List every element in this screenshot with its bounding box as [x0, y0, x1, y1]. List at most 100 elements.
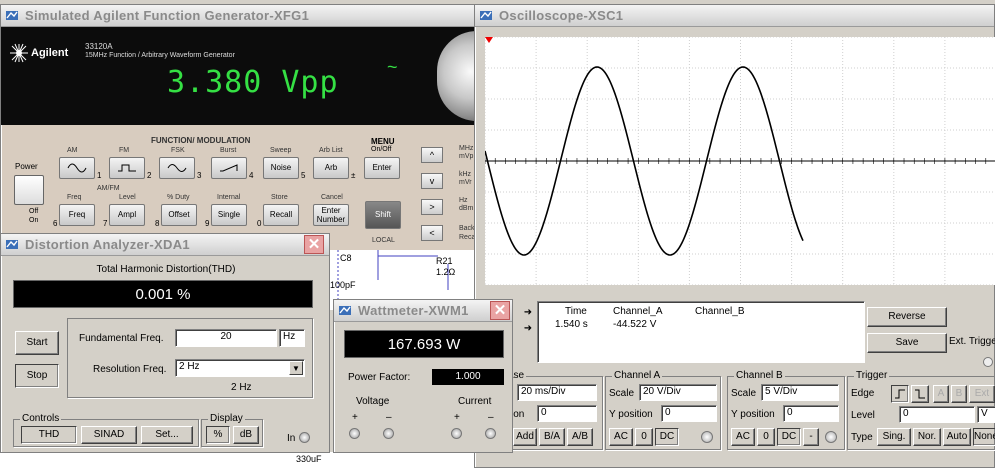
timebase-scale-field[interactable]: 20 ms/Div [517, 384, 597, 401]
voltage-minus-terminal[interactable] [383, 428, 394, 439]
channel-b-ypos-field[interactable]: 0 [783, 405, 839, 422]
wattmeter-window: Wattmeter-XWM1 ✕ 167.693 W Power Factor:… [333, 299, 513, 453]
trigger-type-label: Type [851, 432, 873, 443]
close-button[interactable]: ✕ [490, 301, 510, 320]
channel-a-ac-button[interactable]: AC [609, 428, 633, 446]
trigger-auto-button[interactable]: Auto [943, 428, 971, 446]
trigger-single-button[interactable]: Sing. [877, 428, 911, 446]
add-button[interactable]: Add [513, 428, 537, 446]
single-button[interactable]: Single [211, 204, 247, 226]
close-icon: ✕ [493, 302, 507, 319]
stop-button[interactable]: Stop [15, 364, 59, 388]
ramp-wave-icon [220, 164, 238, 172]
channel-a-ypos-field[interactable]: 0 [661, 405, 717, 422]
b-over-a-button[interactable]: B/A [539, 428, 565, 446]
shift-button[interactable]: Shift [365, 201, 401, 229]
key-3: 3 [197, 171, 202, 180]
noise-button[interactable]: Noise [263, 157, 299, 179]
ampl-button[interactable]: Ampl [109, 204, 145, 226]
brand-name: Agilent [31, 47, 69, 59]
close-button[interactable]: ✕ [304, 235, 324, 254]
power-button[interactable] [14, 175, 44, 205]
enter-button[interactable]: Enter [364, 157, 400, 179]
channel-b-ac-button[interactable]: AC [731, 428, 755, 446]
current-plus-label: + [454, 412, 460, 423]
resolution-freq-select[interactable]: 2 Hz ▼ [175, 359, 305, 377]
thd-button[interactable]: THD [21, 426, 77, 444]
ramp-button[interactable] [211, 157, 247, 179]
close-icon: ✕ [307, 236, 321, 253]
channel-b-minus-button[interactable]: - [803, 428, 819, 446]
oscilloscope-screen [485, 37, 995, 285]
percent-button[interactable]: % [206, 426, 230, 444]
channel-b-ypos-label: Y position [731, 409, 775, 420]
channel-b-dc-button[interactable]: DC [777, 428, 801, 446]
sine-button[interactable] [59, 157, 95, 179]
channel-b-zero-button[interactable]: 0 [757, 428, 775, 446]
channel-a-dc-button[interactable]: DC [655, 428, 679, 446]
fundamental-freq-input[interactable]: 20 [175, 329, 277, 347]
start-button[interactable]: Start [15, 331, 59, 355]
power-on-label: On [29, 217, 39, 224]
down-arrow-button[interactable]: v [421, 173, 443, 189]
enter-number-button[interactable]: Enter Number [313, 204, 349, 226]
window-icon [6, 240, 18, 249]
trigger-normal-button[interactable]: Nor. [913, 428, 941, 446]
ext-trigger-terminal[interactable] [983, 357, 993, 367]
key-5: 5 [301, 171, 306, 180]
trigger-ext-button[interactable]: Ext [969, 385, 995, 403]
cursor-arrow-right[interactable]: ➜ [521, 323, 535, 335]
sweep-label: Sweep [270, 147, 292, 154]
trigger-level-unit[interactable]: V [977, 406, 995, 423]
channel-a-terminal[interactable] [701, 431, 713, 443]
right-arrow-button[interactable]: > [421, 199, 443, 215]
function-generator-titlebar[interactable]: Simulated Agilent Function Generator-XFG… [1, 5, 479, 27]
thd-title: Total Harmonic Distortion(THD) [96, 264, 236, 275]
am-label: AM [67, 147, 78, 154]
current-minus-terminal[interactable] [485, 428, 496, 439]
db-button[interactable]: dB [233, 426, 259, 444]
current-plus-terminal[interactable] [451, 428, 462, 439]
channel-b-terminal[interactable] [825, 431, 837, 443]
left-arrow-button[interactable]: < [421, 225, 443, 241]
freq-button[interactable]: Freq [59, 204, 95, 226]
a-over-b-button[interactable]: A/B [567, 428, 593, 446]
save-button[interactable]: Save [867, 333, 947, 353]
timebase-position-field[interactable]: 0 [537, 405, 597, 422]
readout-header-channel-b: Channel_B [695, 306, 745, 317]
unit-khz: kHz [459, 171, 472, 178]
oscilloscope-titlebar[interactable]: Oscilloscope-XSC1 [475, 5, 994, 27]
up-arrow-button[interactable]: ^ [421, 147, 443, 163]
recall-button[interactable]: Recall [263, 204, 299, 226]
fundamental-freq-unit[interactable]: Hz [279, 329, 305, 347]
channel-a-zero-button[interactable]: 0 [635, 428, 653, 446]
falling-edge-button[interactable] [911, 385, 929, 403]
trigger-b-button[interactable]: B [951, 385, 967, 403]
power-display: 167.693 W [344, 330, 504, 358]
trigger-none-button[interactable]: None [973, 428, 995, 446]
voltage-plus-terminal[interactable] [349, 428, 360, 439]
rising-edge-button[interactable] [891, 385, 909, 403]
channel-a-scale-field[interactable]: 20 V/Div [639, 384, 717, 401]
reverse-button[interactable]: Reverse [867, 307, 947, 327]
settings-button[interactable]: Set... [141, 426, 193, 444]
fsk-label: FSK [171, 147, 185, 154]
trigger-a-button[interactable]: A [933, 385, 949, 403]
cursor-arrow-left[interactable]: ➜ [521, 307, 535, 319]
distortion-analyzer-titlebar[interactable]: Distortion Analyzer-XDA1 ✕ [1, 234, 329, 256]
function-modulation-label: FUNCTION/ MODULATION [151, 136, 251, 145]
chevron-down-icon[interactable]: ▼ [289, 361, 303, 375]
readout-header-channel-a: Channel_A [613, 306, 663, 317]
sinad-button[interactable]: SINAD [81, 426, 137, 444]
triangle-button[interactable] [159, 157, 195, 179]
schematic-r21-label: R21 [436, 256, 453, 266]
offset-button[interactable]: Offset [161, 204, 197, 226]
key-9: 9 [205, 219, 210, 228]
wattmeter-titlebar[interactable]: Wattmeter-XWM1 ✕ [334, 300, 512, 322]
input-terminal[interactable] [299, 432, 310, 443]
window-icon [480, 11, 492, 20]
trigger-level-field[interactable]: 0 [899, 406, 975, 423]
square-button[interactable] [109, 157, 145, 179]
channel-b-scale-field[interactable]: 5 V/Div [761, 384, 839, 401]
arb-button[interactable]: Arb [313, 157, 349, 179]
